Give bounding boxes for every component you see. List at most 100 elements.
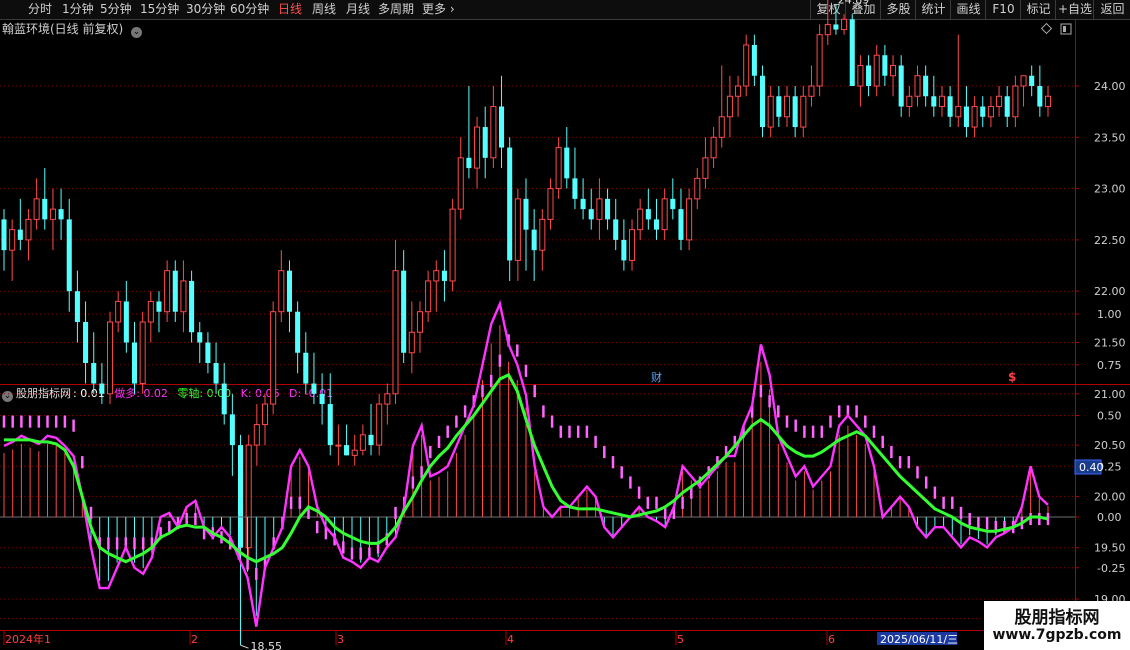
period-tab-1[interactable]: 1分钟 [62,1,94,18]
date-label: 2 [191,633,198,646]
low-marker-arrow [240,644,249,649]
period-tab-9[interactable]: 多周期 [378,1,414,18]
toolbar-button-7[interactable]: +自选 [1055,0,1094,19]
candle-body-down [670,198,676,210]
period-tab-0[interactable]: 分时 [28,1,52,18]
candle-body-down [866,65,872,86]
current-value-box [1074,459,1102,475]
candle-body-up [718,116,725,138]
candle-body-down [572,178,578,199]
window-icon [1060,23,1072,35]
candle-body-up [767,95,774,128]
toolbar-button-4[interactable]: 画线 [950,0,986,19]
low-marker-label: 18.55 [251,640,283,650]
toolbar-button-6[interactable]: 标记 [1020,0,1056,19]
candle-body-down [91,363,97,384]
candle-body-up [938,95,945,108]
candle-body-up [33,198,40,220]
candle-body-down [368,434,374,446]
candle-body-up [547,188,554,220]
toolbar-button-2[interactable]: 多股 [880,0,916,19]
candle-body-down [645,209,651,220]
candle-body-up [351,449,358,456]
watermark: 股朋指标网 www.7gpzb.com [984,601,1130,650]
candle-body-down [849,19,855,87]
candle-body-up [416,311,423,333]
candle-body-down [205,342,211,364]
period-tab-2[interactable]: 5分钟 [100,1,132,18]
candle-body-up [457,157,464,210]
indicator-value: : 0.01 [73,387,105,400]
candle-body-down [172,270,178,312]
candle-body-down [605,198,611,220]
toolbar-button-8[interactable]: 返回 [1093,0,1130,19]
candle-body-down [588,209,594,220]
candle-body-up [987,106,994,118]
candle-body-down [286,270,292,312]
candle-body-up [278,270,285,313]
candle-body-up [841,18,848,31]
candle-body-down [466,157,472,169]
candle-body-down [792,96,798,128]
candle-body-up [735,85,742,97]
candle-body-down [882,55,888,76]
candle-body-up [164,270,171,313]
candle-body-up [808,85,815,97]
candle-body-up [25,218,32,241]
candle-body-up [596,198,603,220]
toolbar-button-1[interactable]: 叠加 [845,0,881,19]
period-tab-6[interactable]: 日线 [278,1,302,18]
toolbar-button-3[interactable]: 统计 [915,0,951,19]
price-tick-label: 22.00 [1094,285,1126,298]
indicator-tick-label: -0.25 [1097,562,1125,575]
chart-canvas: 24.8918.55财 $ 24.0023.5023.0022.5022.0021… [0,0,1130,650]
candle-body-up [555,147,562,190]
chevron-right-icon: › [446,2,455,16]
candle-body-down [213,363,219,384]
candle-body-up [376,403,383,446]
candle-body-up [408,331,415,354]
indicator-title: ⌄ 股朋指标网: 0.01 做多: 0.02 零轴: 0.00 K: 0.06 D… [2,386,334,402]
toolbar-button-5[interactable]: F10 [985,0,1021,19]
d-series-line [4,372,1049,564]
candle-body-down [580,198,586,210]
candle-body-down [621,239,627,261]
candle-body-up [147,300,154,323]
more-menu[interactable]: 更多 › [422,1,455,18]
candle-body-down [564,147,570,179]
period-tab-4[interactable]: 30分钟 [186,1,225,18]
candle-body-down [156,301,162,312]
candle-body-down [189,280,195,333]
toolbar-button-0[interactable]: 复权 [810,0,846,19]
candle-body-up [906,95,913,108]
candle-body-down [1029,75,1035,86]
candle-body-down [776,96,782,117]
candle-body-up [955,106,962,118]
candle-body-up [824,23,831,36]
price-tick-label: 23.50 [1094,131,1126,144]
period-tab-8[interactable]: 月线 [346,1,370,18]
toolbar: 分时 1分钟 5分钟 15分钟 30分钟 60分钟 日线 周线 月线 多周期 更多 › 复权 叠加 多股统… [0,0,1130,20]
candle-body-down [947,96,953,117]
candle-body-up [800,95,807,128]
diamond-icon [1040,22,1053,35]
indicator-tick-label: 0.50 [1097,410,1122,423]
candle-body-down [833,24,839,30]
period-tab-5[interactable]: 60分钟 [230,1,269,18]
d-legend: D: -0.01 [289,387,334,400]
candle-body-up [857,64,864,87]
candle-body-up [49,208,56,220]
date-highlight-label: 2025/06/11/三 [880,633,958,646]
candle-body-up [629,229,636,261]
candle-body-up [1012,85,1019,118]
candle-body-up [743,44,750,87]
candle-body-down [760,75,766,128]
chevron-down-icon[interactable]: ⌄ [2,391,13,402]
period-tab-7[interactable]: 周线 [312,1,336,18]
window-icon-fill [1063,26,1066,32]
candle-body-up [449,208,456,282]
candle-body-up [686,198,693,241]
candle-body-down [441,270,447,281]
chevron-down-icon[interactable]: ⌄ [131,27,143,38]
period-tab-3[interactable]: 15分钟 [140,1,179,18]
